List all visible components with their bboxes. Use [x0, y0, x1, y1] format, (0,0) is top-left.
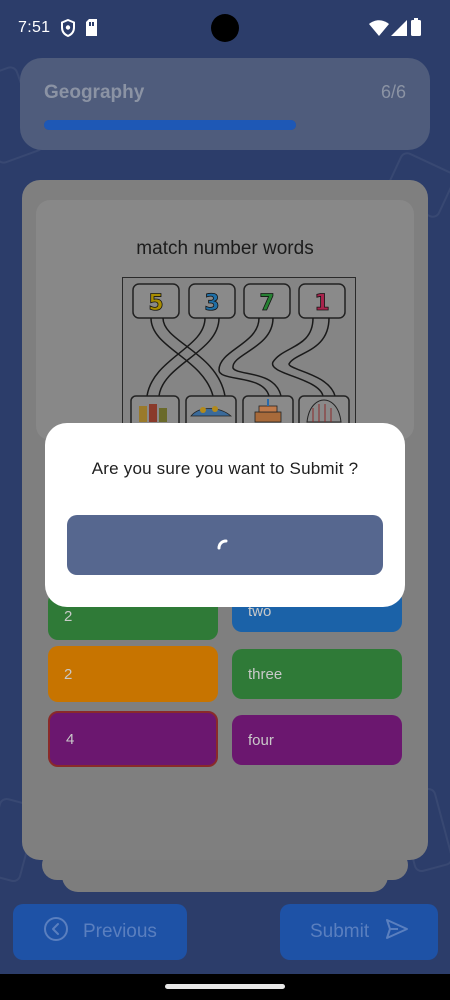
- loading-spinner-icon: [213, 533, 237, 557]
- submit-confirmation-dialog: Are you sure you want to Submit ?: [45, 423, 405, 607]
- dialog-message: Are you sure you want to Submit ?: [91, 459, 359, 478]
- app-screen: 7:51 Geography 6/6 match number words 5 …: [0, 0, 450, 1000]
- confirm-submit-button[interactable]: [67, 515, 383, 575]
